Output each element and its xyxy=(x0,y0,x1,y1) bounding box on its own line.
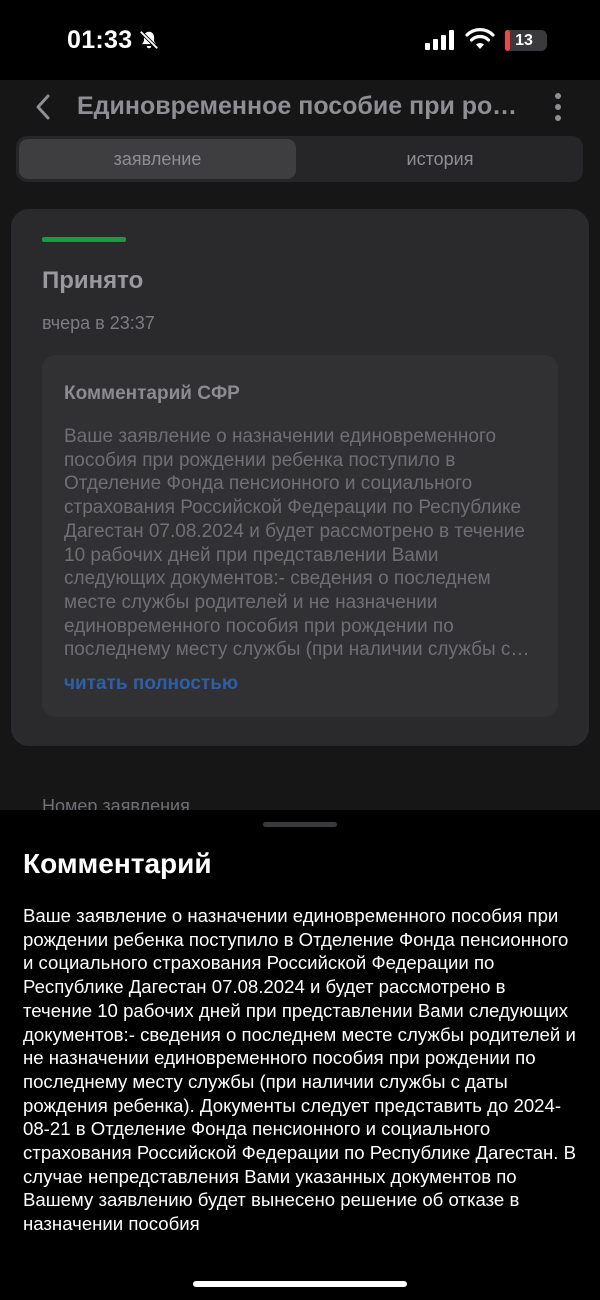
status-bar: 01:33 13 xyxy=(0,0,600,80)
comment-heading: Комментарий СФР xyxy=(64,383,240,404)
chevron-left-icon[interactable] xyxy=(30,92,58,122)
page-title: Единовременное пособие при рождении ребе… xyxy=(77,92,522,120)
status-accent-line xyxy=(42,237,126,242)
battery-level-text: 13 xyxy=(515,32,533,49)
wifi-icon xyxy=(465,28,495,49)
comment-box: Комментарий СФР Ваше заявление о назначе… xyxy=(42,355,558,717)
bell-slash-icon xyxy=(139,30,159,50)
cellular-signal-icon xyxy=(425,30,454,50)
sheet-comment-text: Ваше заявление о назначении единовременн… xyxy=(23,905,577,1235)
sheet-grabber[interactable] xyxy=(263,822,337,827)
nav-header: Единовременное пособие при рождении ребе… xyxy=(0,84,600,130)
home-indicator[interactable] xyxy=(193,1281,407,1287)
comment-bottom-sheet: Комментарий Ваше заявление о назначении … xyxy=(0,810,600,1300)
status-timestamp: вчера в 23:37 xyxy=(42,313,155,333)
more-vertical-icon[interactable] xyxy=(548,90,568,124)
status-time: 01:33 xyxy=(67,26,133,54)
battery-nub xyxy=(544,37,547,45)
status-card: Принято вчера в 23:37 Комментарий СФР Ва… xyxy=(11,209,589,746)
tab-history[interactable]: история xyxy=(300,139,580,179)
tab-application[interactable]: заявление xyxy=(19,139,296,179)
battery-indicator: 13 xyxy=(505,30,547,51)
read-more-link[interactable]: читать полностью xyxy=(64,673,238,695)
sheet-title: Комментарий xyxy=(23,848,212,879)
segmented-tabs: заявление история xyxy=(16,136,583,182)
comment-preview: Ваше заявление о назначении единовременн… xyxy=(64,426,525,661)
status-title: Принято xyxy=(42,267,144,294)
